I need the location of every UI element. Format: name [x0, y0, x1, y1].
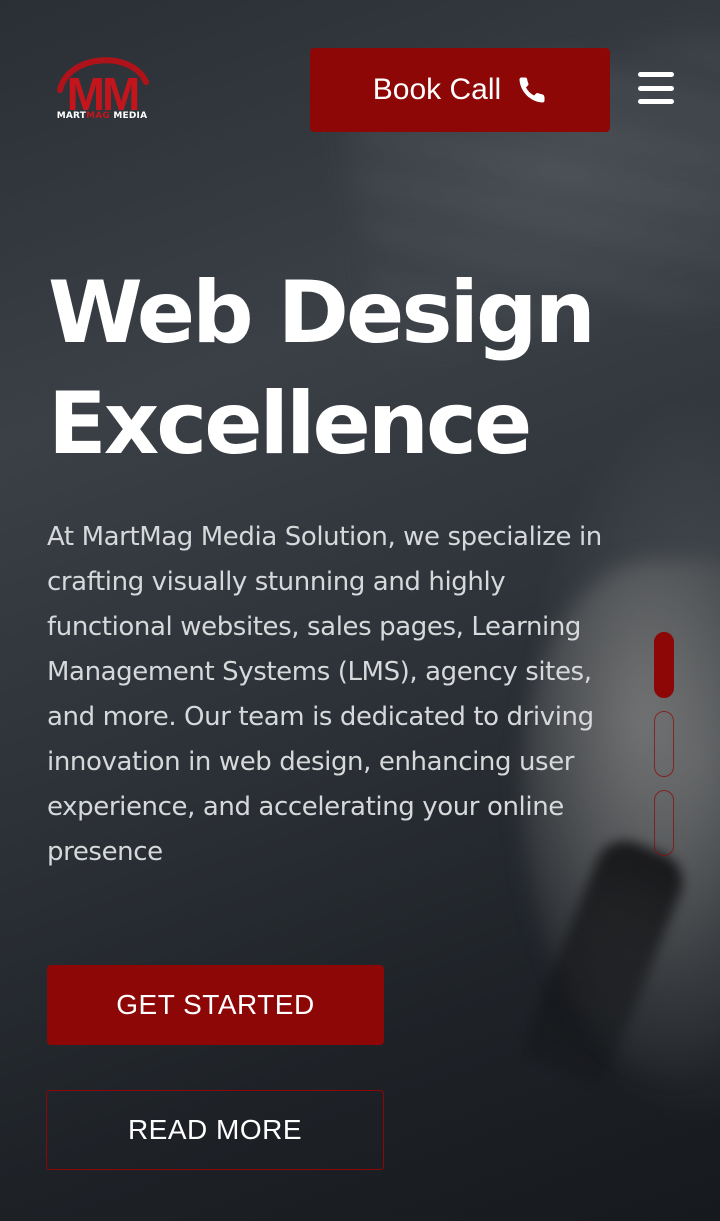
menu-bar	[638, 85, 674, 91]
menu-bar	[638, 72, 674, 77]
menu-bar	[638, 99, 674, 104]
logo-tagline: MARTMAG MEDIA	[52, 111, 152, 121]
headline-line-2: Excellence	[48, 374, 532, 474]
phone-icon	[519, 77, 545, 103]
hero-description: At MartMag Media Solution, we specialize…	[47, 522, 602, 867]
logo-tagline-part3: MEDIA	[113, 111, 148, 121]
slider-dot-3[interactable]	[654, 790, 674, 856]
book-call-label: Book Call	[372, 73, 502, 106]
slider-pagination	[654, 632, 674, 869]
slider-dot-2[interactable]	[654, 711, 674, 777]
book-call-button[interactable]: Book Call	[310, 48, 610, 132]
slider-dot-1[interactable]	[654, 632, 674, 698]
site-logo[interactable]: MM MARTMAG MEDIA	[52, 52, 152, 126]
logo-tagline-part1: MART	[56, 111, 87, 121]
headline-line-1: Web Design	[48, 263, 596, 363]
hero-section: MM MARTMAG MEDIA Book Call Web Design Ex…	[0, 0, 720, 1221]
get-started-button[interactable]: GET STARTED	[47, 965, 384, 1045]
hero-headline: Web Design Excellence	[48, 258, 688, 480]
hamburger-menu-icon[interactable]	[638, 72, 674, 104]
logo-tagline-part2: MAG	[86, 111, 111, 121]
read-more-button[interactable]: READ MORE	[46, 1090, 384, 1170]
